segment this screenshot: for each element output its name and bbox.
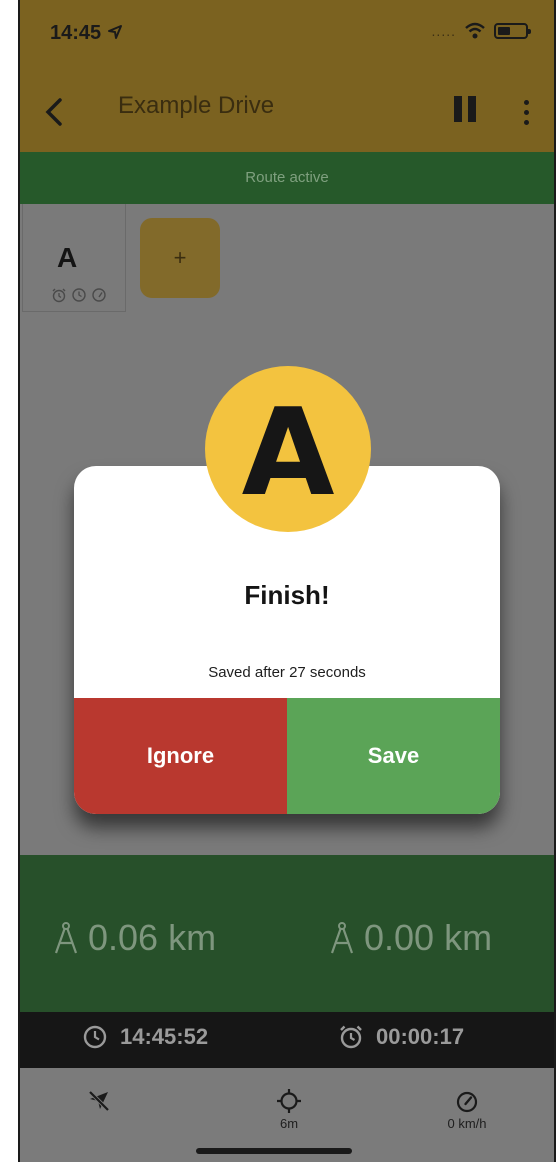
signal-dots: ..... (431, 23, 456, 39)
speed-label: 0 km/h (447, 1116, 487, 1131)
save-button-label: Save (367, 743, 420, 768)
more-dot (523, 99, 529, 105)
current-time-value: 14:45:52 (120, 1024, 209, 1049)
status-time: 14:45 (50, 22, 123, 45)
alarm-clock-icon (340, 1025, 362, 1049)
page-title: Example Drive (118, 92, 275, 119)
more-dot (523, 109, 529, 115)
compass-drawing-icon (54, 922, 78, 954)
current-time: 14:45:52 (82, 1024, 208, 1050)
location-arrow-icon (107, 25, 122, 39)
checkpoint-letter: A (57, 242, 78, 273)
checkpoint-card[interactable]: A (22, 204, 126, 312)
back-button[interactable] (38, 92, 78, 132)
checkpoint-badge: A (205, 366, 371, 532)
badge-letter: A (241, 384, 335, 523)
distance-right: 0.00 km (328, 917, 492, 959)
dialog-message: Saved after 27 seconds (208, 664, 366, 681)
distance-left: 0.06 km (52, 917, 216, 959)
gps-accuracy-label: 6m (279, 1116, 299, 1131)
speed-display[interactable]: 0 km/h (422, 1088, 512, 1131)
status-icons: ..... (431, 22, 531, 40)
gps-off-button[interactable] (54, 1088, 144, 1114)
distance-panel: 0.06 km 0.00 km (20, 855, 554, 1012)
distance-right-value: 0.00 km (364, 917, 493, 958)
clock-icon (72, 288, 86, 302)
dialog-title: Finish! (244, 580, 330, 610)
more-dot (523, 119, 529, 125)
crosshair-icon (277, 1089, 301, 1113)
app-bar: 14:45 ..... Example Drive (20, 0, 554, 152)
add-checkpoint-button[interactable]: + (140, 218, 220, 298)
distance-left-value: 0.06 km (88, 917, 217, 958)
route-status-banner: Route active (20, 152, 554, 204)
compass-drawing-icon (330, 922, 354, 954)
speedometer-icon (456, 1091, 478, 1113)
time-bar: 14:45:52 00:00:17 (20, 1012, 554, 1068)
elapsed-time-value: 00:00:17 (376, 1024, 465, 1049)
home-indicator[interactable] (196, 1148, 352, 1154)
more-options-button[interactable] (516, 96, 536, 128)
battery-icon (494, 23, 531, 39)
alarm-clock-icon (52, 288, 66, 303)
gps-accuracy[interactable]: 6m (244, 1088, 334, 1131)
speedometer-icon (92, 288, 106, 302)
checkpoint-icons (51, 287, 107, 303)
ignore-button-label: Ignore (146, 743, 215, 768)
chevron-left-icon (45, 98, 62, 126)
save-button[interactable]: Save (287, 698, 500, 814)
ignore-button[interactable]: Ignore (74, 698, 287, 814)
pause-icon-bar (468, 96, 476, 122)
clock-icon (83, 1025, 107, 1049)
wifi-icon (465, 22, 485, 39)
pause-button[interactable] (454, 96, 482, 126)
phone-screen: 14:45 ..... Example Drive Route active A… (18, 0, 556, 1162)
elapsed-time: 00:00:17 (338, 1024, 464, 1050)
navigation-off-icon (88, 1090, 110, 1112)
pause-icon (454, 96, 462, 122)
